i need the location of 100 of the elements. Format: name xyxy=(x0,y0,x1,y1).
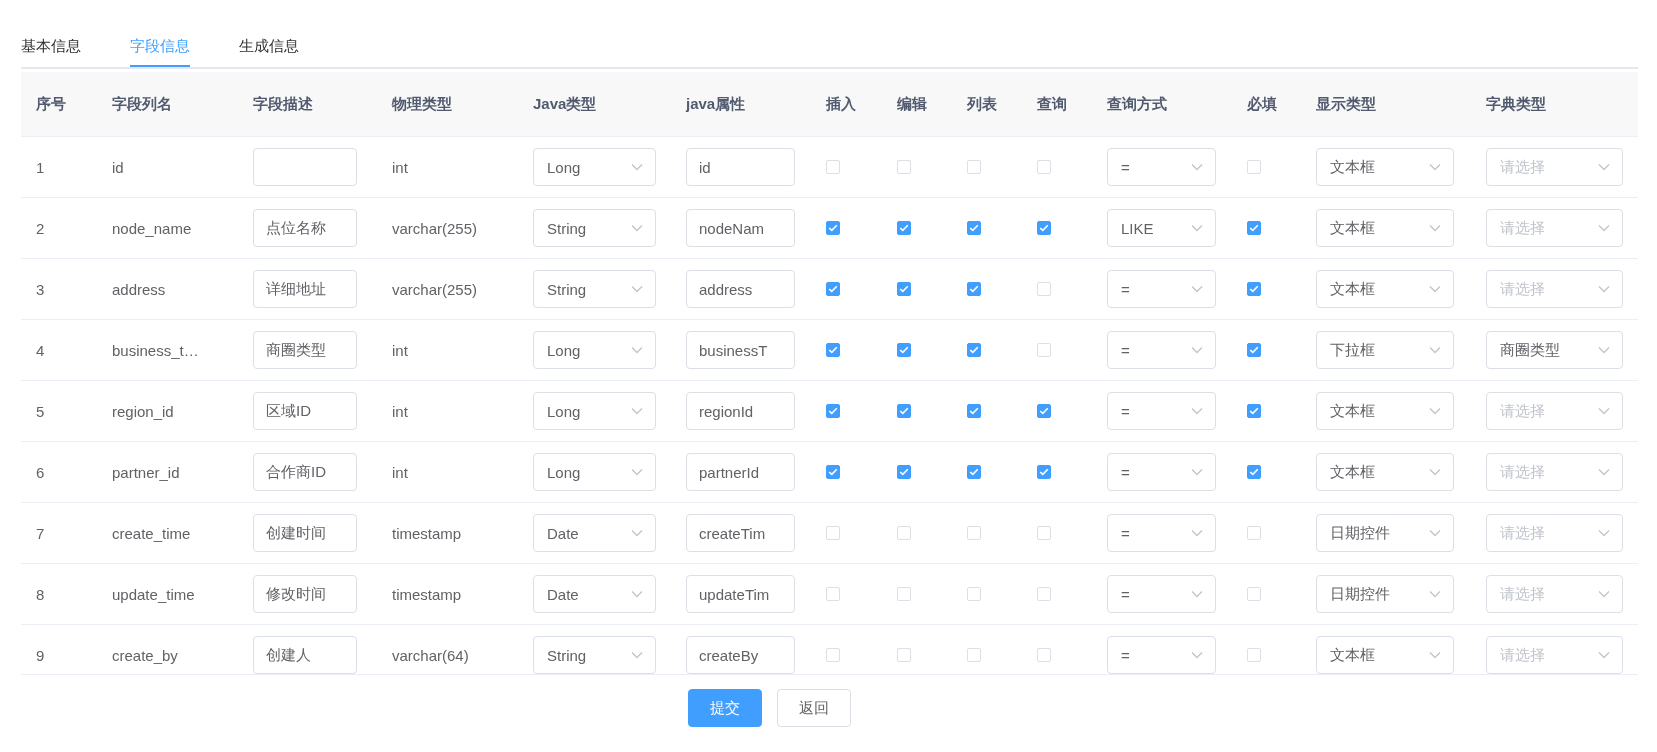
input-field[interactable]: id xyxy=(686,148,795,186)
input-field[interactable]: address xyxy=(686,270,795,308)
chevron-icon xyxy=(1598,468,1610,476)
select-field[interactable]: = xyxy=(1107,636,1216,674)
column-header: Java类型 xyxy=(533,94,597,114)
select-field[interactable]: String xyxy=(533,270,656,308)
checkbox[interactable] xyxy=(897,343,911,357)
chevron-icon xyxy=(631,468,643,476)
select-field[interactable]: Date xyxy=(533,514,656,552)
checkbox[interactable] xyxy=(967,404,981,418)
column-header: 插入 xyxy=(826,94,856,114)
column-header: 显示类型 xyxy=(1316,94,1376,114)
checkbox[interactable] xyxy=(897,282,911,296)
select-field[interactable]: 文本框 xyxy=(1316,453,1454,491)
checkbox[interactable] xyxy=(1247,343,1261,357)
select-field[interactable]: Date xyxy=(533,575,656,613)
select-field[interactable]: String xyxy=(533,209,656,247)
chevron-icon xyxy=(1429,224,1441,232)
checkbox[interactable] xyxy=(1037,221,1051,235)
input-field[interactable]: 修改时间 xyxy=(253,575,357,613)
table-cell: 9 xyxy=(36,646,45,664)
column-header: 编辑 xyxy=(897,94,927,114)
checkbox[interactable] xyxy=(1037,404,1051,418)
checkbox[interactable] xyxy=(1247,465,1261,479)
input-field[interactable]: 创建人 xyxy=(253,636,357,674)
table-cell: 7 xyxy=(36,524,45,542)
tab[interactable]: 生成信息 xyxy=(239,27,299,67)
checkbox[interactable] xyxy=(897,465,911,479)
tab[interactable]: 基本信息 xyxy=(21,27,81,67)
chevron-icon xyxy=(1191,285,1203,293)
chevron-icon xyxy=(631,163,643,171)
column-header: 列表 xyxy=(967,94,997,114)
table-cell: address xyxy=(112,280,166,298)
select-field[interactable]: 下拉框 xyxy=(1316,331,1454,369)
select-field[interactable]: Long xyxy=(533,331,656,369)
select-field[interactable]: = xyxy=(1107,575,1216,613)
select-field[interactable]: = xyxy=(1107,392,1216,430)
select-field[interactable]: 商圈类型 xyxy=(1486,331,1623,369)
select-field[interactable]: 文本框 xyxy=(1316,209,1454,247)
chevron-icon xyxy=(1429,163,1441,171)
input-field[interactable]: 详细地址 xyxy=(253,270,357,308)
select-field[interactable]: Long xyxy=(533,148,656,186)
input-field[interactable]: nodeNam xyxy=(686,209,795,247)
checkbox[interactable] xyxy=(967,221,981,235)
checkbox[interactable] xyxy=(1247,282,1261,296)
input-field[interactable]: createTim xyxy=(686,514,795,552)
checkbox[interactable] xyxy=(967,343,981,357)
table-cell: varchar(255) xyxy=(392,219,478,237)
checkbox[interactable] xyxy=(826,282,840,296)
select-field[interactable]: 日期控件 xyxy=(1316,514,1454,552)
chevron-icon xyxy=(1598,163,1610,171)
checkbox[interactable] xyxy=(967,282,981,296)
input-field[interactable]: updateTim xyxy=(686,575,795,613)
chevron-icon xyxy=(631,346,643,354)
checkbox[interactable] xyxy=(1247,221,1261,235)
select-field[interactable]: String xyxy=(533,636,656,674)
input-field[interactable]: 创建时间 xyxy=(253,514,357,552)
table-cell: create_by xyxy=(112,646,178,664)
checkbox[interactable] xyxy=(826,343,840,357)
checkbox[interactable] xyxy=(826,221,840,235)
select-field[interactable]: Long xyxy=(533,453,656,491)
chevron-icon xyxy=(1598,407,1610,415)
input-field[interactable]: regionId xyxy=(686,392,795,430)
input-field[interactable]: businessT xyxy=(686,331,795,369)
select-field[interactable]: 日期控件 xyxy=(1316,575,1454,613)
chevron-icon xyxy=(1429,651,1441,659)
select-field[interactable]: = xyxy=(1107,148,1216,186)
input-field[interactable]: 区域ID xyxy=(253,392,357,430)
checkbox[interactable] xyxy=(897,221,911,235)
checkbox[interactable] xyxy=(1037,465,1051,479)
checkbox[interactable] xyxy=(967,465,981,479)
checkbox[interactable] xyxy=(897,404,911,418)
chevron-icon xyxy=(1598,651,1610,659)
input-field[interactable]: 合作商ID xyxy=(253,453,357,491)
select-field[interactable]: 文本框 xyxy=(1316,270,1454,308)
select-field[interactable]: 文本框 xyxy=(1316,148,1454,186)
chevron-icon xyxy=(1191,163,1203,171)
input-field[interactable]: 商圈类型 xyxy=(253,331,357,369)
select-field[interactable]: = xyxy=(1107,453,1216,491)
input-field[interactable] xyxy=(253,148,357,186)
select-field[interactable]: Long xyxy=(533,392,656,430)
select-field[interactable]: 文本框 xyxy=(1316,392,1454,430)
table-cell: varchar(255) xyxy=(392,280,478,298)
select-field[interactable]: = xyxy=(1107,270,1216,308)
select-field[interactable]: = xyxy=(1107,514,1216,552)
select-field[interactable]: = xyxy=(1107,331,1216,369)
checkbox[interactable] xyxy=(826,465,840,479)
checkbox[interactable] xyxy=(1247,404,1261,418)
checkbox[interactable] xyxy=(826,404,840,418)
chevron-icon xyxy=(1191,224,1203,232)
select-field[interactable]: LIKE xyxy=(1107,209,1216,247)
column-header: 必填 xyxy=(1247,94,1277,114)
back-button[interactable]: 返回 xyxy=(777,689,851,727)
input-field[interactable]: createBy xyxy=(686,636,795,674)
chevron-icon xyxy=(631,529,643,537)
input-field[interactable]: 点位名称 xyxy=(253,209,357,247)
table-cell: int xyxy=(392,402,408,420)
select-field[interactable]: 文本框 xyxy=(1316,636,1454,674)
table-cell: business_t… xyxy=(112,341,199,359)
input-field[interactable]: partnerId xyxy=(686,453,795,491)
